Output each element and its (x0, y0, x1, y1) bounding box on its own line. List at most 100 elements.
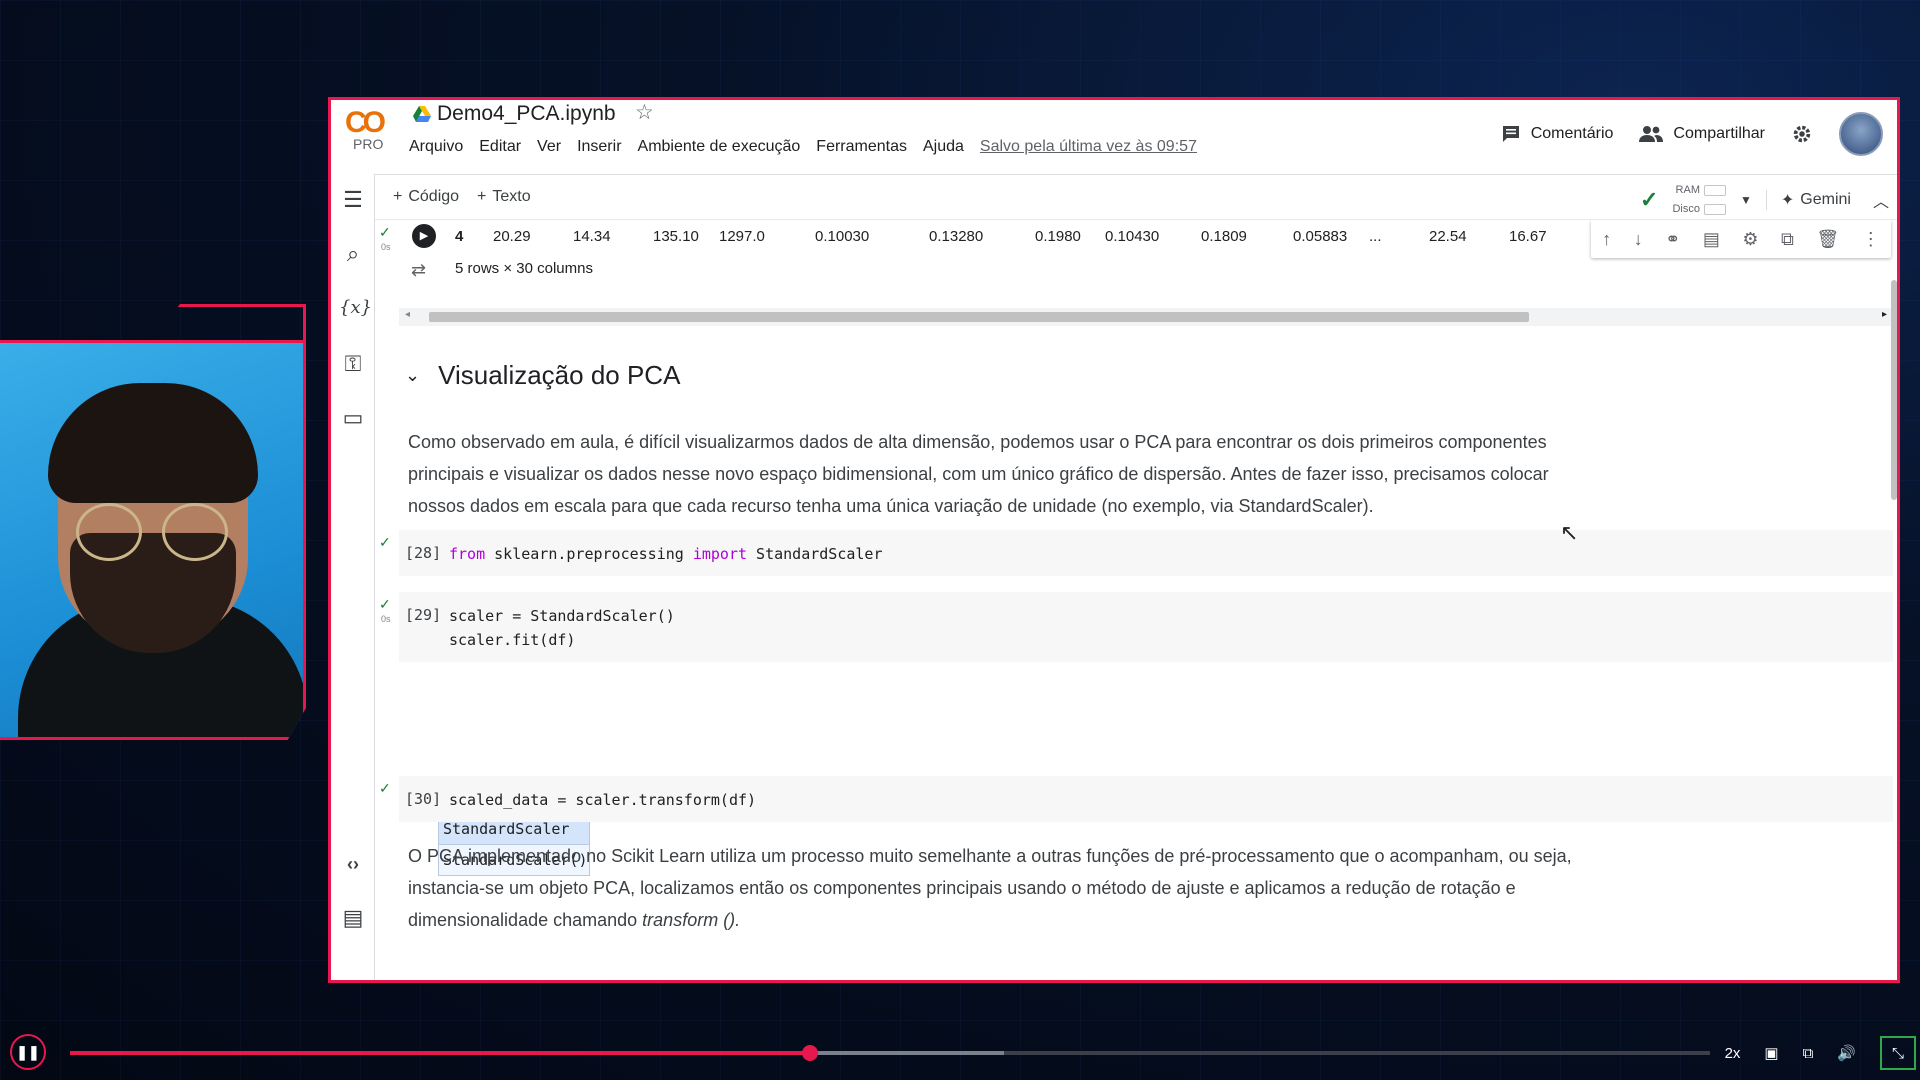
menu-arquivo[interactable]: Arquivo (409, 138, 463, 156)
output-toggle-icon[interactable]: ⇄ (411, 260, 433, 280)
section-title: Visualização do PCA (438, 360, 681, 390)
scrollbar-thumb[interactable] (429, 312, 1529, 322)
ram-bar (1704, 184, 1726, 196)
colab-window: CO PRO Demo4_PCA.ipynb ☆ Arquivo Editar … (328, 97, 1900, 983)
scroll-right-icon[interactable]: ▸ (1882, 309, 1887, 320)
run-cell-button[interactable]: ▶ (412, 224, 436, 248)
volume-icon[interactable]: 🔊 (1837, 1044, 1856, 1062)
horizontal-scrollbar[interactable]: ◂ ▸ (399, 308, 1893, 326)
menu-editar[interactable]: Editar (479, 138, 521, 156)
move-down-icon[interactable]: ↓ (1634, 229, 1643, 250)
move-up-icon[interactable]: ↑ (1602, 229, 1611, 250)
add-code-button[interactable]: + Código (393, 188, 459, 206)
cell-done-check-icon: ✓ (379, 780, 391, 796)
menu-ferramentas[interactable]: Ferramentas (816, 138, 907, 156)
add-text-button[interactable]: + Texto (477, 188, 531, 206)
more-options-icon[interactable]: ⋮ (1862, 229, 1880, 250)
share-button[interactable]: Compartilhar (1639, 125, 1765, 143)
table-cell: 20.29 (493, 228, 531, 245)
key-icon[interactable]: ⚿ (339, 350, 367, 378)
disk-label: Disco (1672, 203, 1700, 215)
plus-icon: + (393, 188, 403, 205)
comment-icon (1502, 126, 1519, 142)
table-cell: 0.1980 (1035, 228, 1081, 245)
execution-count: [29] (405, 606, 442, 624)
code-cell-28[interactable]: ✓ [28] from sklearn.preprocessing import… (379, 530, 1893, 576)
table-of-contents-icon[interactable]: ☰ (339, 186, 367, 214)
table-cell: 0.10430 (1105, 228, 1160, 245)
terminal-icon[interactable]: ▤ (339, 904, 367, 932)
delete-icon[interactable]: 🗑 (1816, 229, 1839, 250)
user-avatar[interactable] (1839, 112, 1883, 156)
colab-logo-text: CO (345, 106, 386, 139)
pro-label: PRO (353, 136, 384, 152)
speed-button[interactable]: 2x (1725, 1045, 1741, 1062)
cell-done-check-icon: ✓ (379, 224, 391, 240)
fullscreen-exit-icon: ⤡ (1891, 1044, 1904, 1062)
gear-icon[interactable] (1791, 123, 1813, 145)
mouse-cursor: ↖ (1560, 520, 1579, 545)
add-text-label: Texto (492, 188, 531, 205)
table-row: 4 20.29 14.34 135.10 1297.0 0.10030 0.13… (455, 228, 1569, 245)
collapse-header-icon[interactable]: ︿ (1873, 188, 1889, 212)
comment-button[interactable]: Comentário (1501, 125, 1613, 143)
runtime-dropdown-icon[interactable]: ▼ (1740, 193, 1752, 207)
header-actions: Comentário Compartilhar (1501, 112, 1883, 156)
left-sidebar: ☰ ⌕ {x} ⚿ ▭ ‹› ▤ (331, 174, 375, 980)
pause-button[interactable]: ❚❚ (10, 1034, 46, 1070)
table-cell: 0.13280 (929, 228, 984, 245)
subtitles-icon[interactable]: ▣ (1764, 1044, 1778, 1062)
markdown-paragraph-2: O PCA implementado no Scikit Learn utili… (408, 840, 1598, 936)
seek-progress (70, 1051, 810, 1055)
table-cell: ... (1369, 228, 1382, 245)
cell-done-check-icon: ✓ (379, 596, 391, 612)
menu-ver[interactable]: Ver (537, 138, 561, 156)
glasses-left (76, 503, 142, 561)
fullscreen-exit-button[interactable]: ⤡ (1880, 1036, 1916, 1070)
collapse-section-icon[interactable]: ⌄ (405, 365, 420, 386)
dataframe-last-row: ✓ 0s ▶ 4 20.29 14.34 135.10 1297.0 0.100… (375, 220, 1897, 258)
colab-logo[interactable]: CO (345, 106, 393, 139)
code-line: from sklearn.preprocessing import Standa… (449, 542, 883, 566)
gemini-button[interactable]: ✦ Gemini (1765, 190, 1851, 210)
code-snippets-icon[interactable]: ‹› (339, 850, 367, 878)
add-code-label: Código (408, 188, 460, 205)
menu-inserir[interactable]: Inserir (577, 138, 621, 156)
keyword-import: import (692, 545, 748, 563)
comment-icon[interactable]: ▤ (1703, 229, 1720, 250)
presenter-hair (48, 383, 258, 503)
link-icon[interactable]: ⚭ (1665, 229, 1680, 250)
last-saved-link[interactable]: Salvo pela última vez às 09:57 (980, 138, 1197, 156)
seek-bar[interactable] (70, 1045, 1710, 1061)
code-cell-30[interactable]: ✓ [30] scaled_data = scaler.transform(df… (379, 776, 1893, 822)
people-icon (1639, 126, 1664, 142)
dataframe-shape-info: 5 rows × 30 columns (455, 260, 593, 277)
scroll-left-icon[interactable]: ◂ (405, 309, 410, 320)
settings-icon[interactable]: ⚙ (1742, 229, 1758, 250)
menu-ajuda[interactable]: Ajuda (923, 138, 964, 156)
star-icon[interactable]: ☆ (635, 100, 654, 125)
code-line-2: scaler.fit(df) (449, 631, 576, 649)
exec-time: 0s (381, 242, 391, 252)
code-line-1: scaled_data = scaler.transform(df) (449, 791, 757, 809)
variables-icon[interactable]: {x} (339, 294, 372, 322)
mirror-cell-icon[interactable]: ⧉ (1781, 229, 1794, 250)
notebook-title[interactable]: Demo4_PCA.ipynb (437, 102, 616, 126)
glasses-right (162, 503, 228, 561)
resource-monitor[interactable]: RAM Disco (1672, 181, 1726, 219)
menu-ambiente-execucao[interactable]: Ambiente de execução (638, 138, 801, 156)
vertical-scrollbar[interactable] (1891, 280, 1897, 500)
table-cell: 22.54 (1429, 228, 1467, 245)
colab-header: CO PRO Demo4_PCA.ipynb ☆ Arquivo Editar … (331, 100, 1897, 170)
folder-icon[interactable]: ▭ (339, 404, 367, 432)
gemini-label: Gemini (1800, 191, 1851, 208)
ram-label: RAM (1675, 184, 1700, 196)
seek-handle[interactable] (801, 1045, 818, 1061)
execution-count: [30] (405, 790, 442, 808)
code-cell-29[interactable]: ✓ 0s [29] scaler = StandardScaler() scal… (379, 592, 1893, 662)
picture-in-picture-icon[interactable]: ⧉ (1803, 1045, 1814, 1062)
plus-icon: + (477, 188, 487, 205)
notebook-content: ✓ 0s ▶ 4 20.29 14.34 135.10 1297.0 0.100… (375, 220, 1897, 980)
share-label: Compartilhar (1673, 125, 1765, 142)
search-icon[interactable]: ⌕ (339, 240, 367, 268)
